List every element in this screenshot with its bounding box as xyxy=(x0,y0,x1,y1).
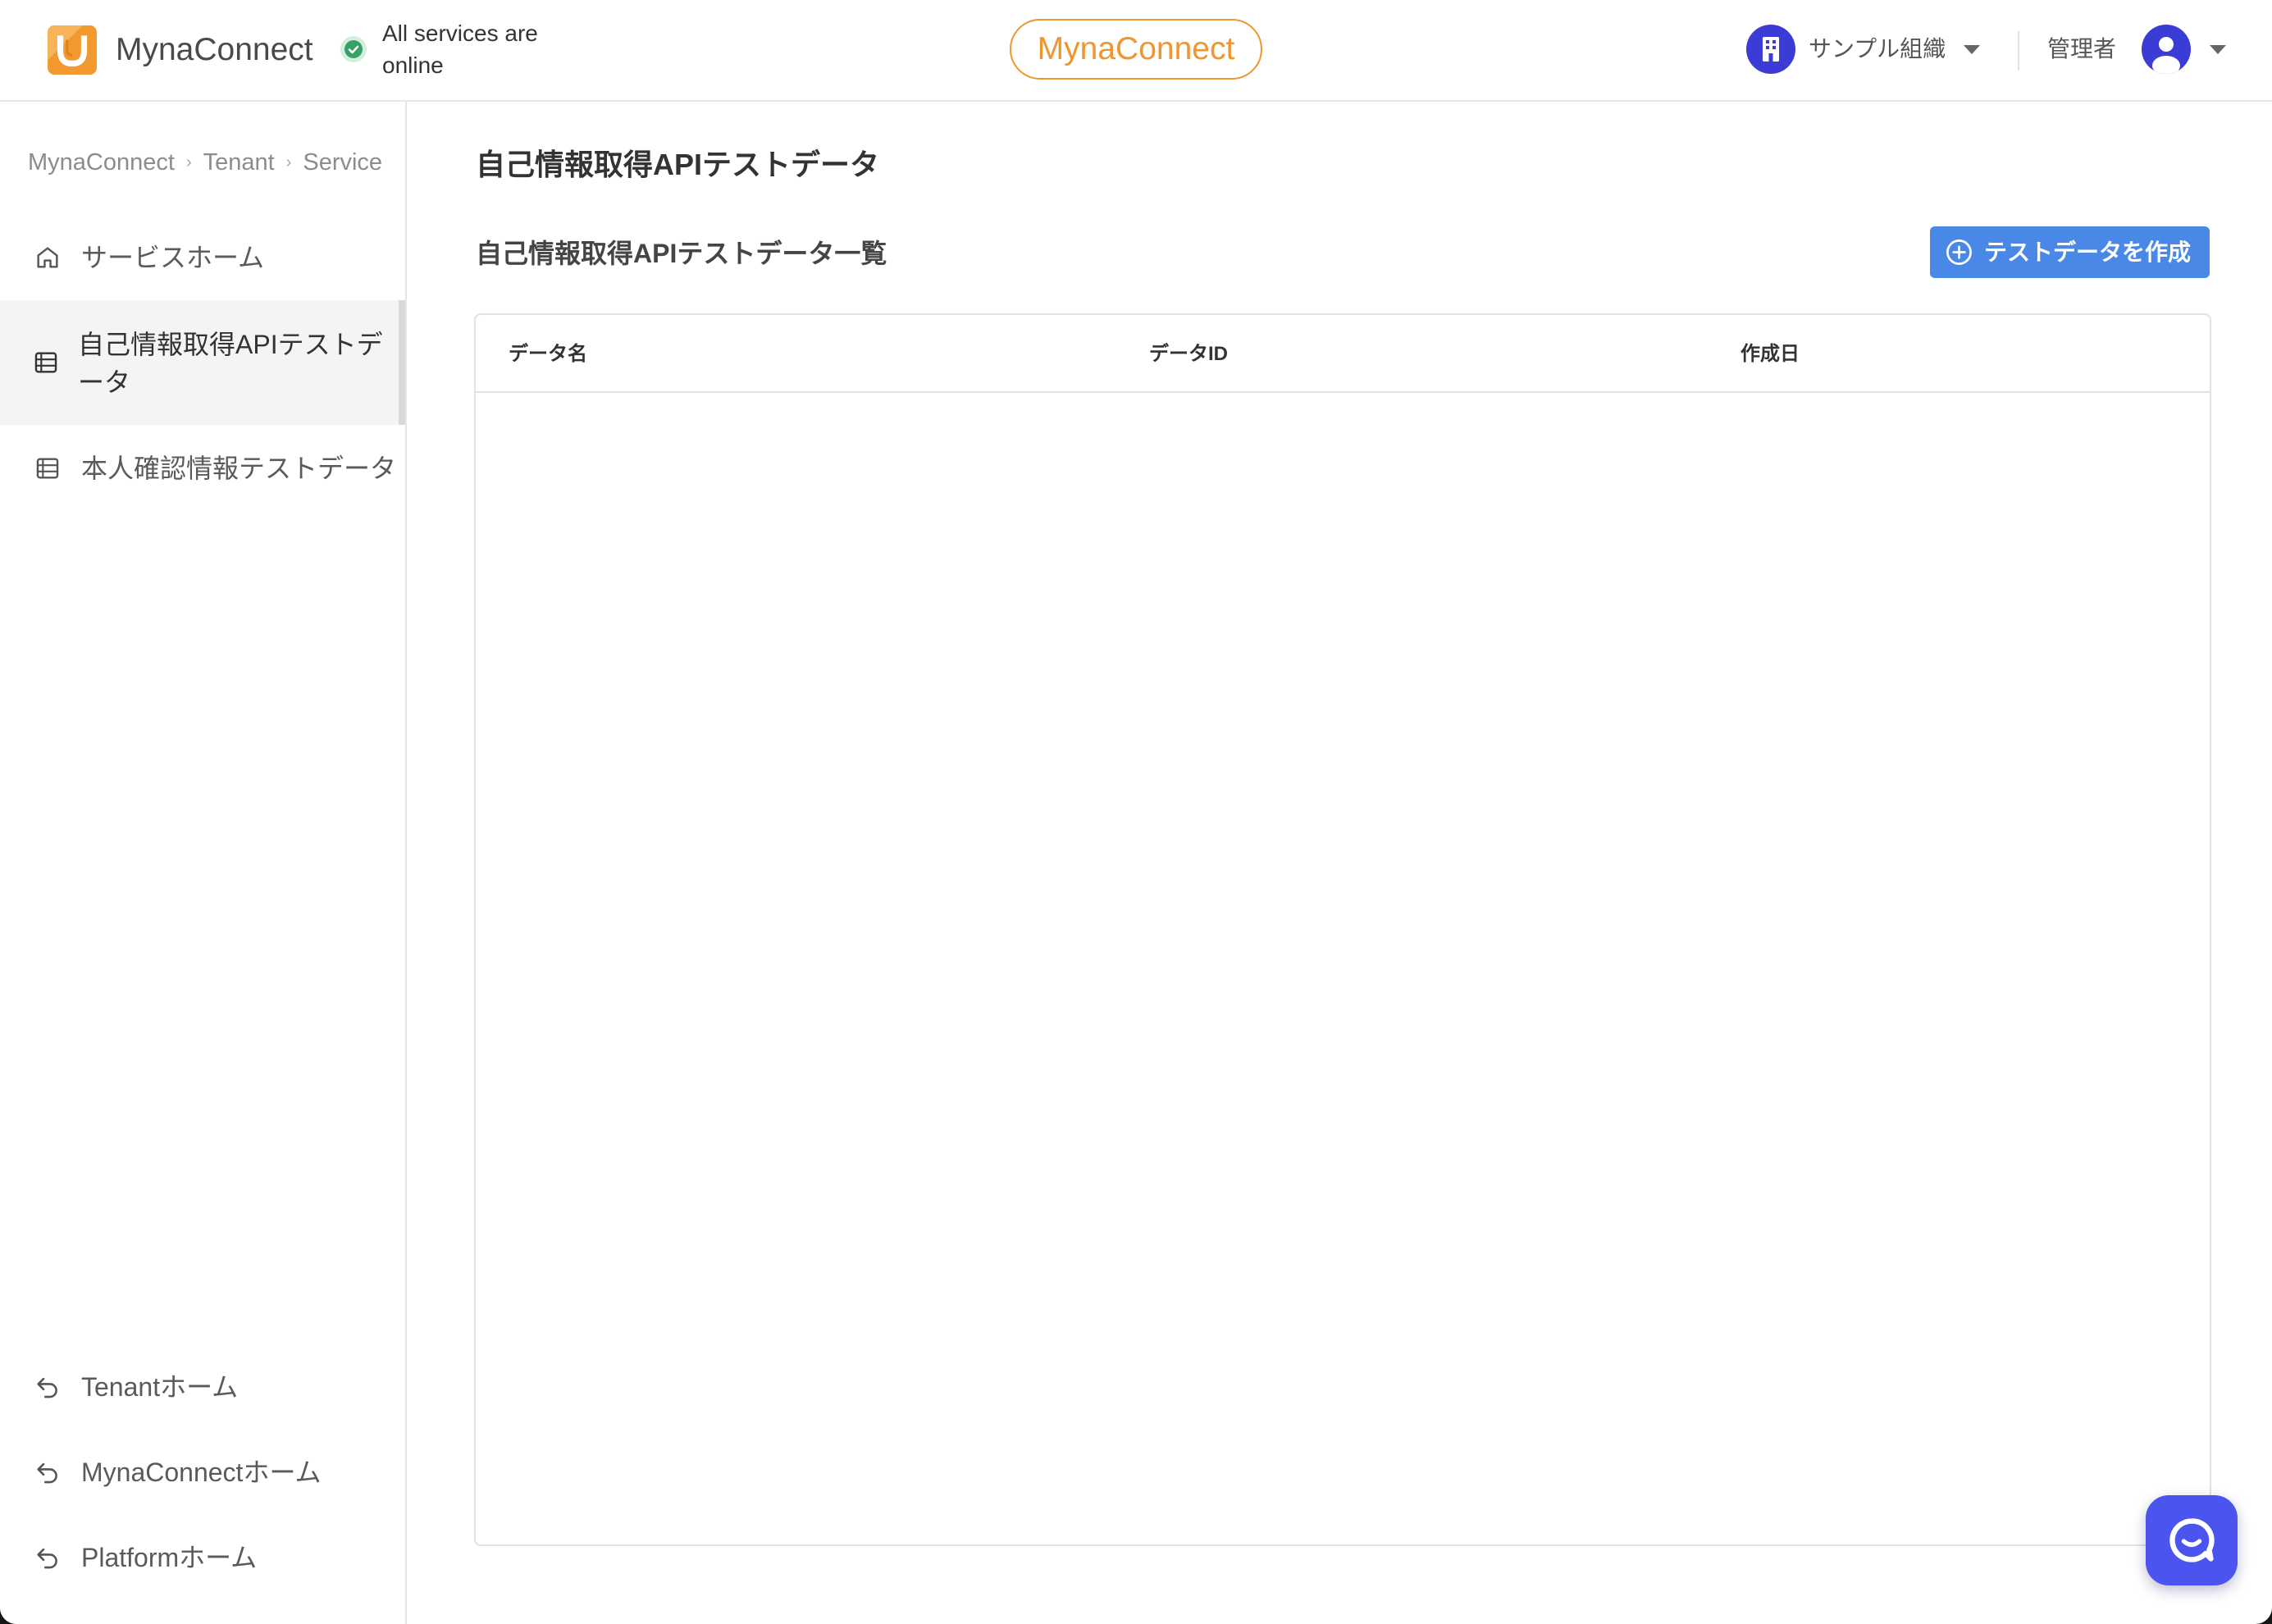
column-header-data-name: データ名 xyxy=(509,343,587,365)
create-test-data-label: テストデータを作成 xyxy=(1984,239,2192,265)
sidebar-link-label: Platformホーム xyxy=(81,1543,258,1572)
organization-selector[interactable]: サンプル組織 xyxy=(1746,25,1992,74)
sidebar-link-tenant-home[interactable]: Tenantホーム xyxy=(0,1358,405,1416)
service-status-text: All services are online xyxy=(382,21,538,78)
column-header-data-id: データID xyxy=(1149,343,1228,365)
section-title: 自己情報取得APIテストデータ一覧 xyxy=(476,239,887,268)
app-window: MynaConnect All services are online Myna… xyxy=(0,0,2272,1624)
table-header-row: データ名 データID 作成日 xyxy=(476,315,2210,393)
plus-circle-icon xyxy=(1945,238,1973,267)
table-body xyxy=(476,393,2210,1544)
return-arrow-icon xyxy=(34,1373,62,1401)
sidebar-link-label: MynaConnectホーム xyxy=(81,1457,322,1487)
chevron-down-icon xyxy=(2210,45,2226,54)
sidebar-link-mynaconnect-home[interactable]: MynaConnectホーム xyxy=(0,1444,405,1501)
active-indicator xyxy=(399,300,405,425)
sidebar-item-label: サービスホーム xyxy=(81,243,265,272)
column-header-created-date: 作成日 xyxy=(1740,343,1800,365)
sidebar-link-label: Tenantホーム xyxy=(81,1372,239,1402)
header-divider xyxy=(2018,31,2019,71)
breadcrumb-separator: › xyxy=(285,153,292,171)
breadcrumb-item-tenant[interactable]: Tenant xyxy=(203,148,275,177)
chevron-down-icon xyxy=(1964,45,1980,54)
sidebar-item-identity-test-data[interactable]: 本人確認情報テストデータ xyxy=(0,440,405,497)
user-menu[interactable]: 管理者 xyxy=(2047,25,2229,74)
top-header: MynaConnect All services are online Myna… xyxy=(0,0,2272,102)
sidebar-item-self-info-api-test-data[interactable]: 自己情報取得APIテストデータ xyxy=(0,300,405,425)
user-avatar-icon xyxy=(2142,25,2191,74)
service-name-badge: MynaConnect xyxy=(1010,19,1262,80)
app-name[interactable]: MynaConnect xyxy=(116,25,313,75)
sidebar: MynaConnect › Tenant › Service サービスホーム 自… xyxy=(0,102,407,1624)
home-icon xyxy=(34,244,62,271)
chat-widget-button[interactable] xyxy=(2146,1495,2238,1585)
return-arrow-icon xyxy=(34,1544,62,1572)
page-title: 自己情報取得APIテストデータ xyxy=(476,148,880,181)
organization-name: サンプル組織 xyxy=(1809,36,1946,62)
myna-connect-logo-icon[interactable] xyxy=(47,25,98,75)
breadcrumb-separator: › xyxy=(185,153,192,171)
create-test-data-button[interactable]: テストデータを作成 xyxy=(1930,226,2210,278)
breadcrumb: MynaConnect › Tenant › Service xyxy=(28,148,382,177)
return-arrow-icon xyxy=(34,1458,62,1486)
sidebar-item-label: 本人確認情報テストデータ xyxy=(81,454,397,483)
sidebar-item-service-home[interactable]: サービスホーム xyxy=(0,229,405,286)
chat-bubble-icon xyxy=(2165,1514,2218,1567)
check-circle-icon xyxy=(339,34,368,64)
test-data-table: データ名 データID 作成日 xyxy=(474,313,2211,1546)
breadcrumb-item-mynaconnect[interactable]: MynaConnect xyxy=(28,148,175,177)
table-list-icon xyxy=(34,454,62,482)
table-list-icon xyxy=(32,349,60,376)
sidebar-item-label: 自己情報取得APIテストデータ xyxy=(78,330,383,397)
user-role: 管理者 xyxy=(2047,36,2117,62)
breadcrumb-item-service[interactable]: Service xyxy=(303,148,382,177)
building-icon xyxy=(1746,25,1795,74)
sidebar-link-platform-home[interactable]: Platformホーム xyxy=(0,1529,405,1586)
